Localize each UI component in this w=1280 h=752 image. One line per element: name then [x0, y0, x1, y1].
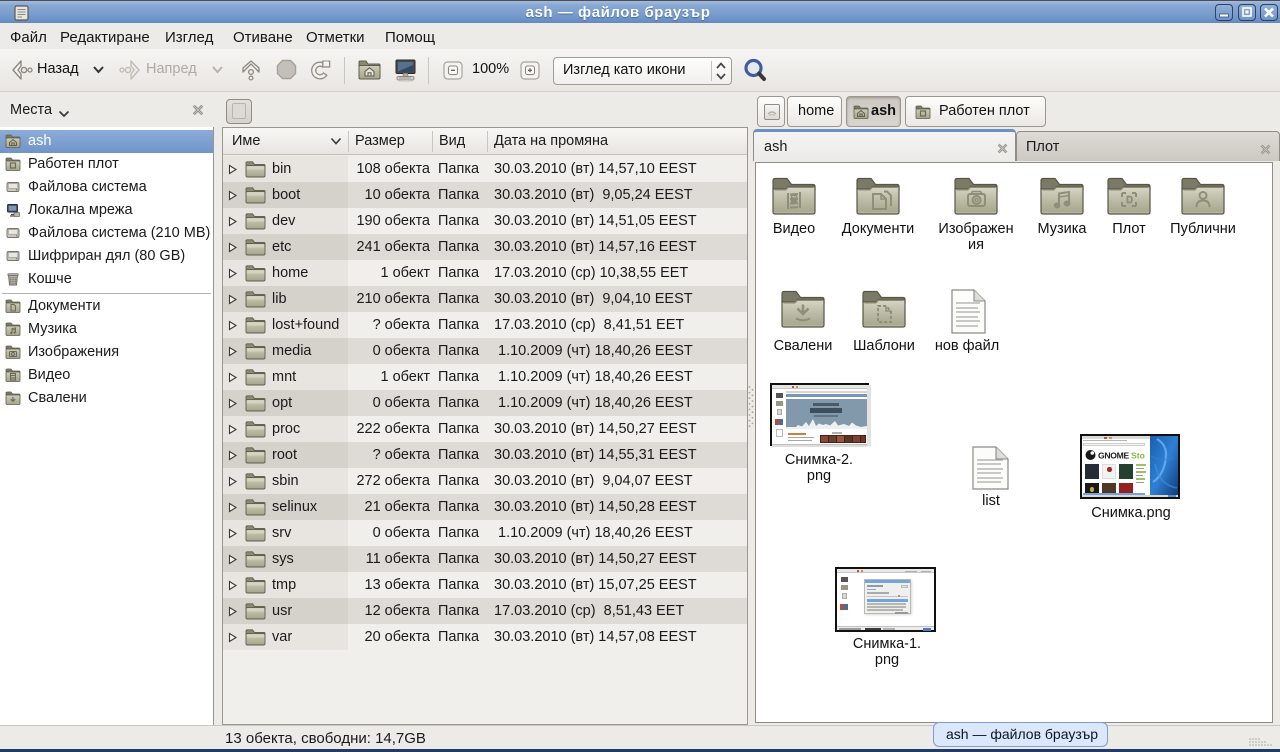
svg-text:GNOME: GNOME	[1098, 451, 1130, 461]
svg-text:Sto: Sto	[1131, 451, 1145, 461]
